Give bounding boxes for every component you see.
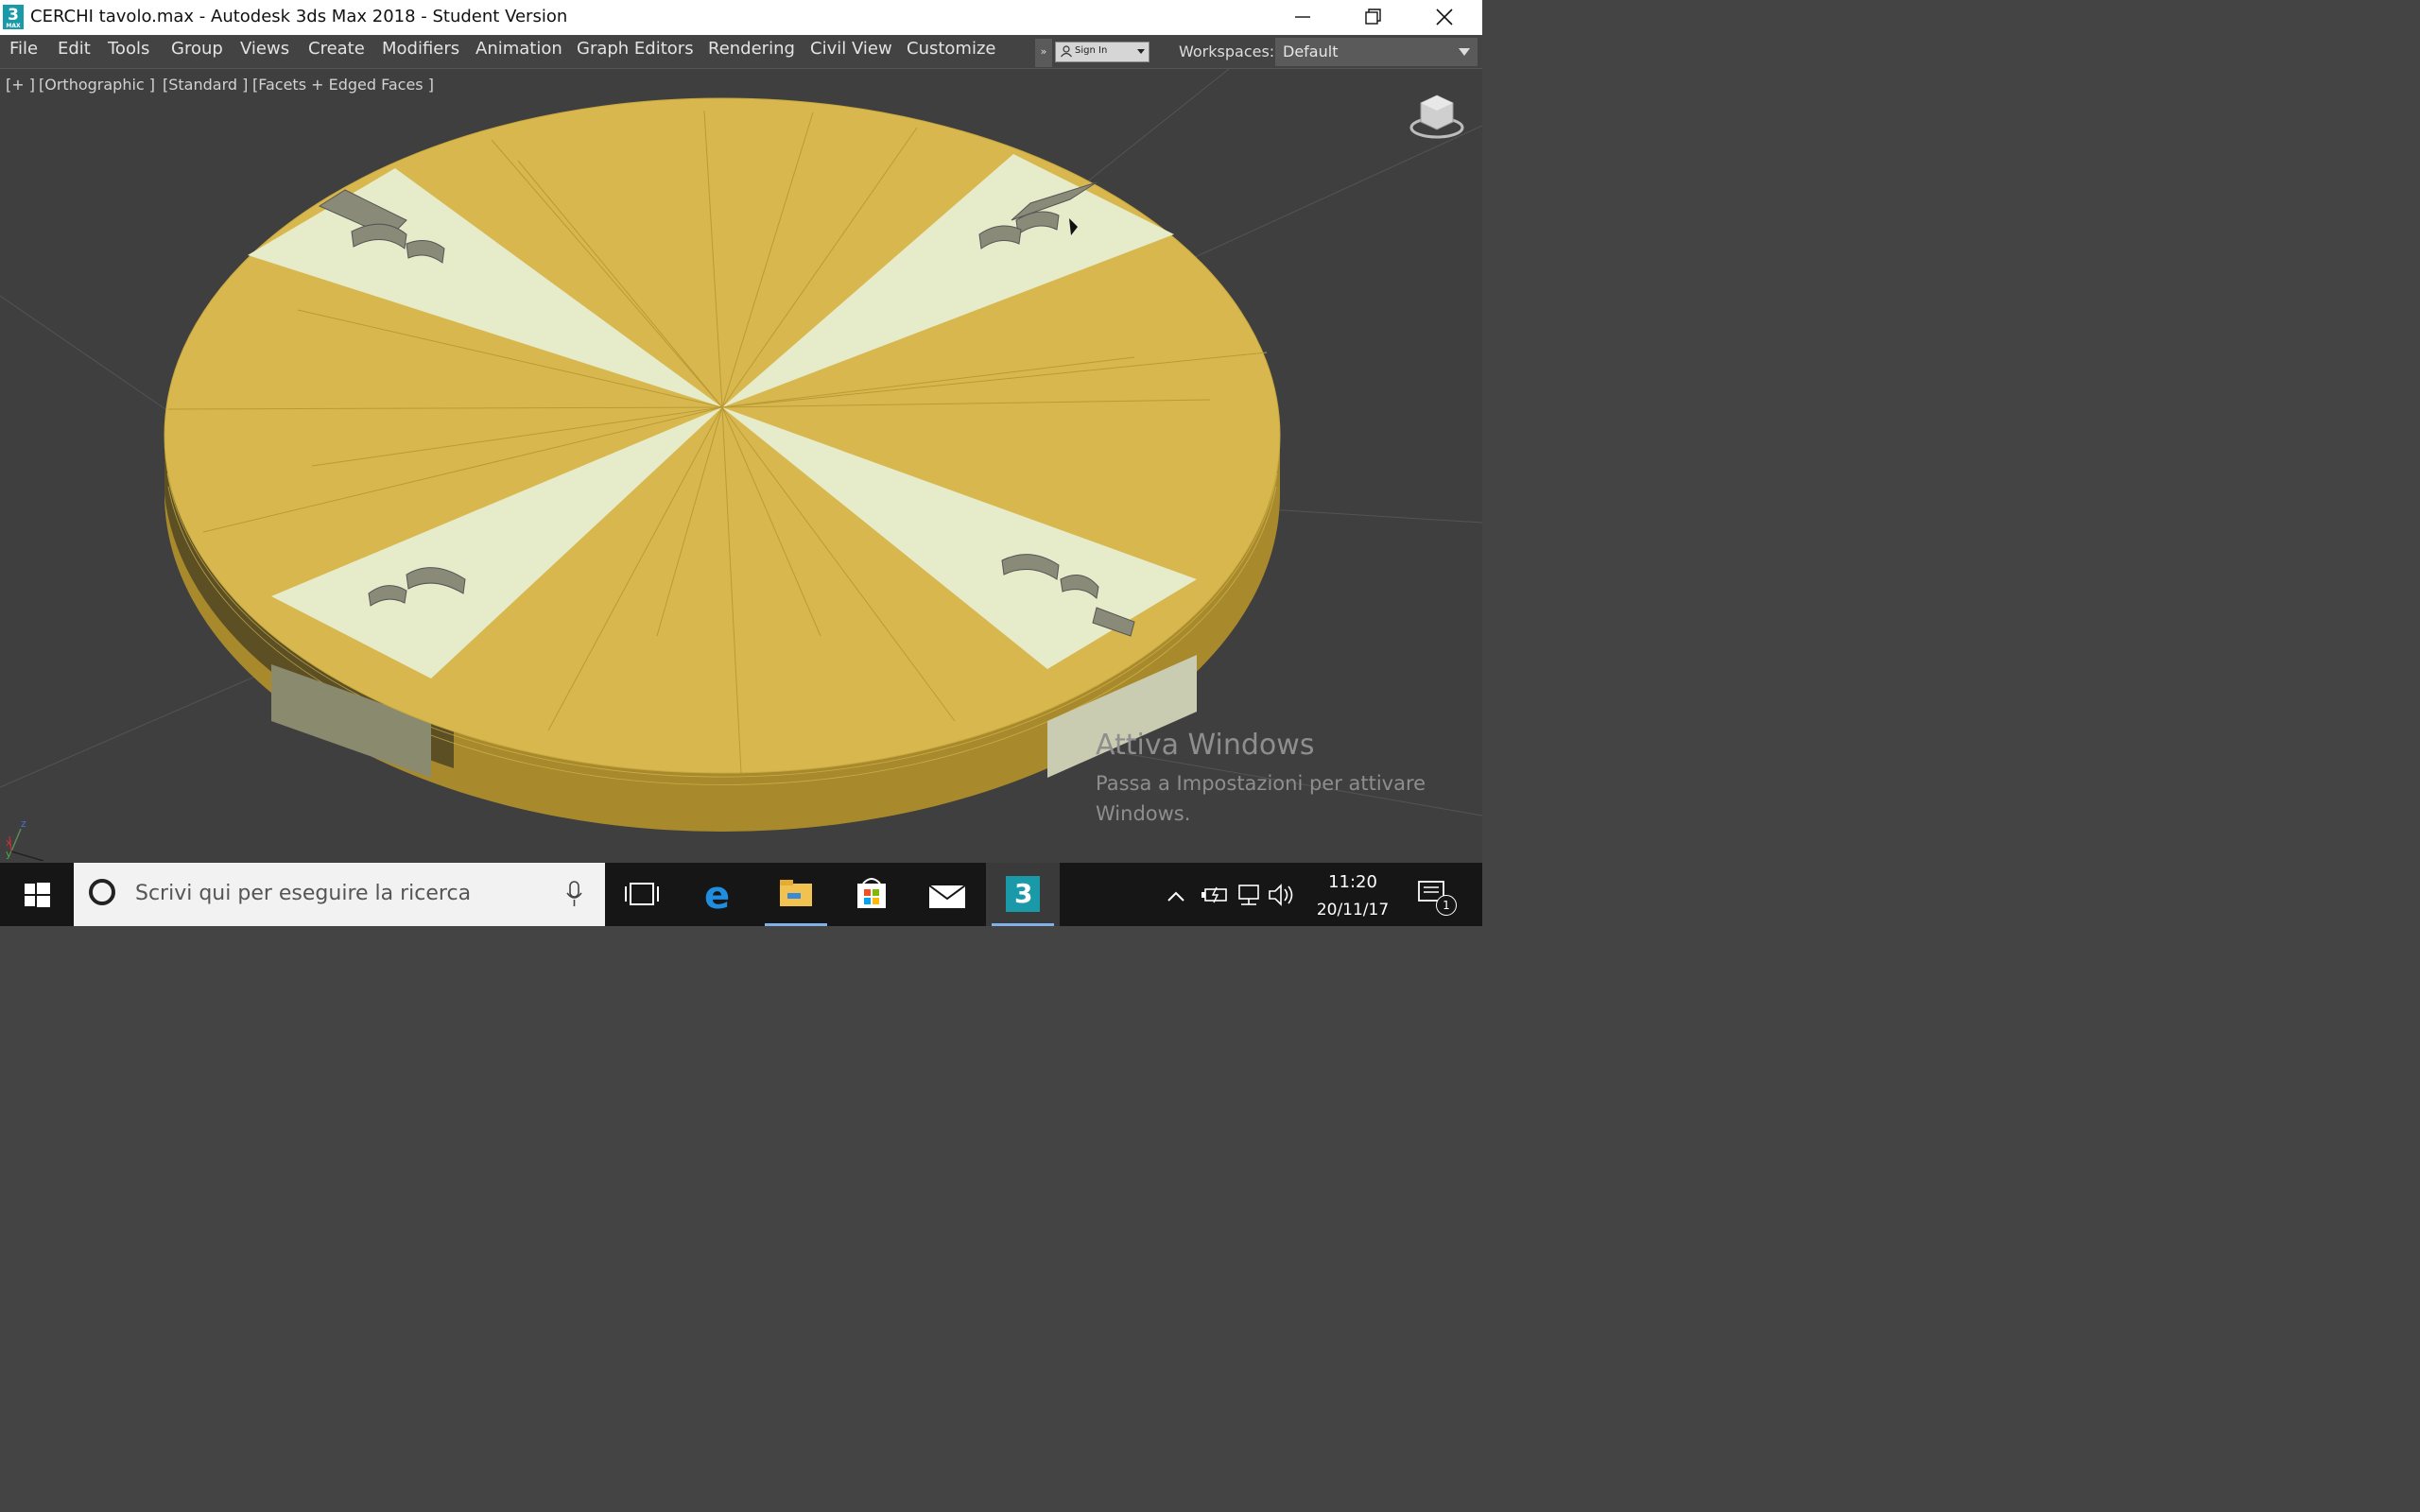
menu-tools[interactable]: Tools xyxy=(108,39,149,59)
menu-rendering[interactable]: Rendering xyxy=(708,39,795,59)
windows-taskbar: Scrivi qui per eseguire la ricerca e 3 1… xyxy=(0,863,1482,926)
menu-modifiers[interactable]: Modifiers xyxy=(382,39,459,59)
activation-watermark-title: Attiva Windows xyxy=(1096,729,1315,762)
viewport-point-of-view[interactable]: [Orthographic ] xyxy=(39,76,155,94)
edge-icon: e xyxy=(704,874,730,918)
axis-tripod-icon: z x y xyxy=(6,817,44,861)
viewport-display-mode[interactable]: [Facets + Edged Faces ] xyxy=(252,76,434,94)
menu-create[interactable]: Create xyxy=(308,39,365,59)
window-title: CERCHI tavolo.max - Autodesk 3ds Max 201… xyxy=(30,7,568,26)
activation-watermark-message: Passa a Impostazioni per attivare Window… xyxy=(1096,772,1426,825)
menu-graph-editors[interactable]: Graph Editors xyxy=(577,39,694,59)
task-view-button[interactable] xyxy=(605,863,679,926)
axis-z-label: z xyxy=(21,817,26,830)
table-disc xyxy=(164,97,1281,832)
edge-button[interactable]: e xyxy=(683,863,757,926)
folder-icon xyxy=(780,880,812,906)
workspace-value: Default xyxy=(1283,43,1339,60)
menu-customize[interactable]: Customize xyxy=(907,39,995,59)
title-bar: 3 MAX CERCHI tavolo.max - Autodesk 3ds Ma… xyxy=(0,0,1482,35)
microphone-icon[interactable] xyxy=(565,880,584,908)
network-icon[interactable] xyxy=(1238,885,1259,905)
chevron-down-icon xyxy=(1137,49,1145,54)
viewcube-icon[interactable] xyxy=(1408,92,1466,145)
svg-text:e: e xyxy=(704,874,730,918)
3ds-max-taskbar-button[interactable]: 3 xyxy=(986,863,1060,926)
menu-group[interactable]: Group xyxy=(171,39,223,59)
menu-overflow-button[interactable]: » xyxy=(1035,39,1052,67)
workspaces-label: Workspaces: xyxy=(1179,43,1275,60)
store-button[interactable] xyxy=(835,863,908,926)
task-view-icon xyxy=(625,883,659,905)
viewport-perspective[interactable]: [+ ] [Orthographic ] [Standard ] [Facets… xyxy=(0,68,1482,863)
menu-animation[interactable]: Animation xyxy=(475,39,562,59)
notification-count-badge: 1 xyxy=(1436,895,1457,916)
close-button[interactable] xyxy=(1409,0,1479,35)
user-icon xyxy=(1061,45,1072,58)
mail-icon xyxy=(928,885,966,908)
3ds-max-app-icon[interactable]: 3 MAX xyxy=(3,5,24,29)
viewport-menu-plus[interactable]: [+ ] xyxy=(6,76,35,94)
running-indicator xyxy=(992,923,1054,926)
file-explorer-button[interactable] xyxy=(759,863,833,926)
store-bag-icon xyxy=(857,878,886,908)
search-placeholder: Scrivi qui per eseguire la ricerca xyxy=(135,882,472,905)
windows-logo-icon xyxy=(25,883,50,907)
clock-date[interactable]: 20/11/17 xyxy=(1312,901,1393,919)
menu-views[interactable]: Views xyxy=(240,39,289,59)
viewport-shading-standard[interactable]: [Standard ] xyxy=(163,76,248,94)
restore-button[interactable] xyxy=(1338,0,1408,35)
sign-in-dropdown[interactable]: Sign In xyxy=(1055,42,1150,62)
running-indicator xyxy=(765,923,827,926)
sign-in-label: Sign In xyxy=(1075,45,1108,56)
system-tray xyxy=(1167,884,1293,906)
show-hidden-icons-icon[interactable] xyxy=(1167,891,1184,902)
chevron-down-icon xyxy=(1459,48,1470,56)
minimize-icon xyxy=(1295,16,1310,18)
start-button[interactable] xyxy=(0,863,74,926)
menu-edit[interactable]: Edit xyxy=(58,39,91,59)
menu-civil-view[interactable]: Civil View xyxy=(810,39,892,59)
restore-icon xyxy=(1365,9,1381,25)
3ds-max-icon: 3 xyxy=(1006,876,1040,912)
cortana-icon xyxy=(89,879,115,905)
close-icon xyxy=(1436,9,1453,26)
axis-y-label: y xyxy=(6,848,12,860)
menu-file[interactable]: File xyxy=(9,39,38,59)
minimize-button[interactable] xyxy=(1268,0,1338,35)
clock-time[interactable]: 11:20 xyxy=(1323,872,1382,892)
mail-button[interactable] xyxy=(910,863,984,926)
taskbar-search-box[interactable]: Scrivi qui per eseguire la ricerca xyxy=(74,863,605,926)
volume-icon[interactable] xyxy=(1269,884,1293,906)
svg-text:3: 3 xyxy=(1014,878,1032,909)
workspace-select[interactable]: Default xyxy=(1275,38,1478,66)
battery-charging-icon[interactable] xyxy=(1201,886,1227,903)
